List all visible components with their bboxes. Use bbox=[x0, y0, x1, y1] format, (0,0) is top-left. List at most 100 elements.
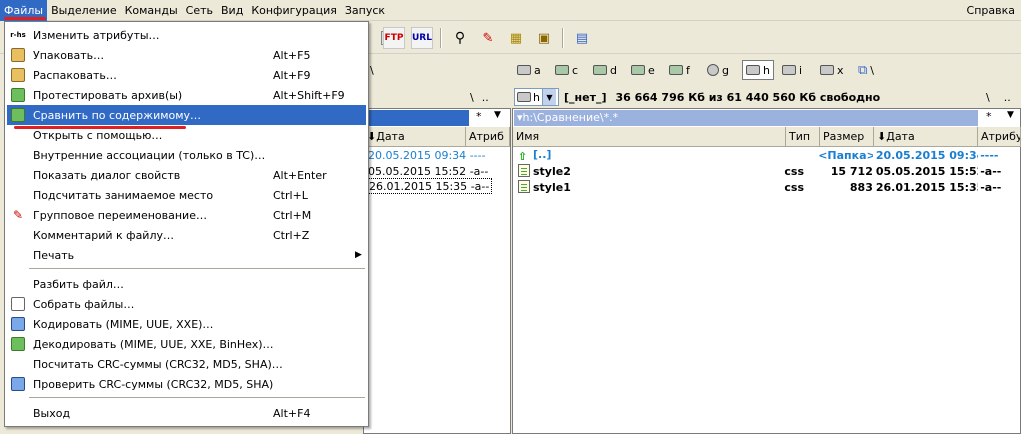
drive-i[interactable]: i bbox=[782, 61, 802, 79]
left-path-bar[interactable] bbox=[363, 110, 469, 126]
drive-x[interactable]: x bbox=[820, 61, 844, 79]
menu-help[interactable]: Справка bbox=[963, 0, 1021, 21]
menu-item-properties[interactable]: Показать диалог свойств Alt+Enter bbox=[7, 165, 366, 185]
binoculars-search-button[interactable]: ⚲ bbox=[449, 27, 471, 49]
right-root-button[interactable]: \ bbox=[986, 91, 990, 104]
toolbar-separator bbox=[562, 28, 564, 48]
rename-icon: ✎ bbox=[482, 30, 494, 46]
compare-icon bbox=[7, 106, 29, 124]
left-column-header: ⬇Дата Атриб bbox=[364, 127, 510, 147]
menu-item-test-archive[interactable]: Протестировать архив(ы) Alt+Shift+F9 bbox=[7, 85, 366, 105]
menu-launch[interactable]: Запуск bbox=[341, 0, 389, 21]
drive-icon bbox=[517, 92, 531, 102]
drive-icon bbox=[820, 65, 834, 75]
network-drive[interactable]: ⧉ \ bbox=[858, 61, 874, 79]
col-attr[interactable]: Атриб bbox=[466, 127, 510, 146]
drive-g[interactable]: g bbox=[707, 61, 729, 79]
menu-item-encode[interactable]: Кодировать (MIME, UUE, XXE)… bbox=[7, 314, 366, 334]
drive-c[interactable]: c bbox=[555, 61, 578, 79]
right-up-button[interactable]: .. bbox=[1004, 91, 1011, 104]
menu-item-multi-rename[interactable]: ✎ Групповое переименование… Ctrl+M bbox=[7, 205, 366, 225]
menu-bar: Файлы Выделение Команды Сеть Вид Конфигу… bbox=[0, 0, 1021, 21]
ftp-button[interactable]: FTP bbox=[383, 27, 405, 49]
menu-item-compare-by-content[interactable]: Сравнить по содержимому… bbox=[7, 105, 366, 125]
notepad-icon: ▤ bbox=[575, 30, 589, 46]
up-folder-icon: ⇧ bbox=[518, 150, 528, 162]
drive-icon bbox=[631, 65, 645, 75]
menu-separator bbox=[29, 397, 365, 398]
right-filter[interactable]: * bbox=[986, 110, 992, 123]
pack-button[interactable]: ▣ bbox=[533, 27, 555, 49]
left-row[interactable]: 20.05.2015 09:34 ---- bbox=[368, 147, 486, 163]
menu-item-decode[interactable]: Декодировать (MIME, UUE, XXE, BinHex)… bbox=[7, 334, 366, 354]
col-date[interactable]: ⬇Дата bbox=[874, 127, 978, 146]
right-path-bar[interactable]: ▾h:\Сравнение\*.* bbox=[514, 110, 978, 126]
left-drive-root[interactable]: \ bbox=[370, 61, 374, 79]
unpack-icon bbox=[7, 66, 29, 84]
left-up-button[interactable]: .. bbox=[482, 91, 489, 104]
menu-commands[interactable]: Команды bbox=[121, 0, 182, 21]
decode-icon bbox=[7, 335, 29, 353]
left-row-focused[interactable]: 26.01.2015 15:35 -a-- bbox=[366, 178, 493, 194]
right-column-header: Имя Тип Размер ⬇Дата Атрибу bbox=[513, 127, 1021, 147]
drive-icon bbox=[517, 65, 531, 75]
annotation-underline-files bbox=[4, 17, 46, 20]
drive-f[interactable]: f bbox=[669, 61, 690, 79]
menu-item-change-attributes[interactable]: r-hs Изменить атрибуты… bbox=[7, 25, 366, 45]
menu-view[interactable]: Вид bbox=[217, 0, 247, 21]
multi-rename-button[interactable]: ✎ bbox=[477, 27, 499, 49]
menu-item-split-file[interactable]: Разбить файл… bbox=[7, 274, 366, 294]
menu-item-print[interactable]: Печать ▶ bbox=[7, 245, 366, 265]
encode-icon bbox=[7, 315, 29, 333]
menu-item-verify-crc[interactable]: Проверить CRC-суммы (CRC32, MD5, SHA) bbox=[7, 374, 366, 394]
drive-a[interactable]: a bbox=[517, 61, 541, 79]
file-row[interactable]: style1 css 883 26.01.2015 15:35 -a-- bbox=[518, 179, 1018, 195]
chevron-down-icon[interactable]: ▼ bbox=[541, 89, 556, 105]
archive-icon: ▣ bbox=[537, 30, 551, 46]
file-row[interactable]: style2 css 15 712 05.05.2015 15:52 -a-- bbox=[518, 163, 1018, 179]
menu-network[interactable]: Сеть bbox=[182, 0, 217, 21]
annotation-underline-compare bbox=[14, 126, 186, 129]
sync-dirs-button[interactable]: ▦ bbox=[505, 27, 527, 49]
drive-icon bbox=[593, 65, 607, 75]
menu-configuration[interactable]: Конфигурация bbox=[247, 0, 341, 21]
left-filter[interactable]: * bbox=[476, 110, 482, 123]
sync-icon: ▦ bbox=[509, 30, 523, 46]
css-file-icon bbox=[518, 164, 530, 177]
drive-h[interactable]: h bbox=[742, 60, 774, 80]
network-icon: ⧉ bbox=[858, 62, 868, 78]
right-filter-chevron-down-icon[interactable]: ▼ bbox=[1007, 110, 1014, 120]
left-nav: \ .. bbox=[470, 86, 489, 108]
menu-item-internal-associations[interactable]: Внутренние ассоциации (только в TC)… bbox=[7, 145, 366, 165]
url-button[interactable]: URL bbox=[411, 27, 433, 49]
menu-item-pack[interactable]: Упаковать… Alt+F5 bbox=[7, 45, 366, 65]
left-filter-chevron-down-icon[interactable]: ▼ bbox=[494, 110, 501, 120]
drive-label: [_нет_] bbox=[563, 90, 607, 104]
right-nav: \ .. bbox=[986, 86, 1011, 108]
drive-letter: h bbox=[533, 90, 540, 104]
drive-e[interactable]: e bbox=[631, 61, 655, 79]
menu-item-calc-space[interactable]: Подсчитать занимаемое место Ctrl+L bbox=[7, 185, 366, 205]
file-row-parent[interactable]: ⇧ [..] <Папка> 20.05.2015 09:34 ---- bbox=[518, 147, 1018, 163]
left-row[interactable]: 05.05.2015 15:52 -a-- bbox=[368, 163, 488, 179]
menu-item-file-comment[interactable]: Комментарий к файлу… Ctrl+Z bbox=[7, 225, 366, 245]
menu-item-unpack[interactable]: Распаковать… Alt+F9 bbox=[7, 65, 366, 85]
free-space-info: 36 664 796 Кб из 61 440 560 Кб свободно bbox=[615, 90, 881, 104]
drive-d[interactable]: d bbox=[593, 61, 617, 79]
right-drive-combo[interactable]: h ▼ bbox=[514, 88, 559, 106]
col-attr[interactable]: Атрибу bbox=[978, 127, 1021, 146]
col-type[interactable]: Тип bbox=[786, 127, 820, 146]
col-date[interactable]: ⬇Дата bbox=[364, 127, 466, 146]
cd-drive-icon bbox=[707, 64, 719, 76]
drive-icon bbox=[555, 65, 569, 75]
menu-selection[interactable]: Выделение bbox=[47, 0, 121, 21]
test-archive-icon bbox=[7, 86, 29, 104]
menu-item-calc-crc[interactable]: Посчитать CRC-суммы (CRC32, MD5, SHA)… bbox=[7, 354, 366, 374]
menu-item-combine-files[interactable]: Собрать файлы… bbox=[7, 294, 366, 314]
submenu-arrow-icon: ▶ bbox=[355, 250, 362, 260]
notepad-button[interactable]: ▤ bbox=[571, 27, 593, 49]
menu-item-exit[interactable]: Выход Alt+F4 bbox=[7, 403, 366, 423]
left-root-button[interactable]: \ bbox=[470, 91, 474, 104]
col-size[interactable]: Размер bbox=[820, 127, 874, 146]
col-name[interactable]: Имя bbox=[513, 127, 786, 146]
